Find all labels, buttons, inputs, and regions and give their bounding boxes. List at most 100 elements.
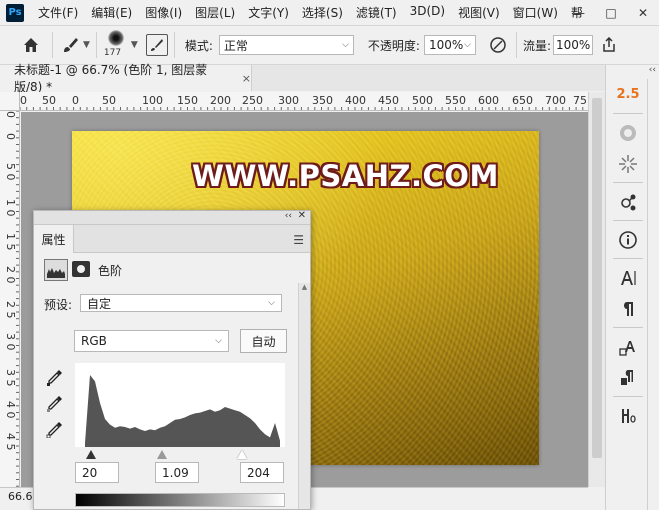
- menu-item[interactable]: 文字(Y): [248, 4, 289, 21]
- flow-input[interactable]: 100%: [552, 35, 593, 55]
- character-styles-icon: [619, 340, 635, 356]
- menu-item[interactable]: 图像(I): [145, 4, 182, 21]
- ruler-label: 200: [210, 94, 231, 107]
- paragraph-panel-button[interactable]: [610, 293, 646, 324]
- color-wheel-button[interactable]: [610, 117, 646, 148]
- ruler-label: 100: [142, 94, 163, 107]
- home-icon[interactable]: [16, 30, 46, 60]
- menu-bar: Ps 文件(F) 编辑(E) 图像(I) 图层(L) 文字(Y) 选择(S) 滤镜(T) 3D…: [0, 0, 659, 25]
- collapse-panel-icon[interactable]: ‹‹: [285, 211, 292, 221]
- panel-menu-icon[interactable]: ☰: [293, 233, 304, 247]
- ruler-origin[interactable]: [0, 92, 20, 111]
- black-point-eyedropper[interactable]: [46, 368, 64, 389]
- character-icon: [621, 270, 636, 285]
- brush-preset-picker[interactable]: 177: [103, 28, 129, 62]
- history-panel-button[interactable]: 2.5: [610, 79, 646, 110]
- brush-settings-icon[interactable]: [145, 34, 168, 56]
- vertical-ruler[interactable]: 0 0 5 0 1 0 1 5 2 0 2 5 3 0 3 5 4 0 4 5: [0, 111, 20, 491]
- levels-icon: [47, 268, 65, 278]
- ruler-label: 1 0: [4, 199, 17, 217]
- input-black-field[interactable]: 20: [75, 462, 119, 483]
- brush-settings-button[interactable]: [610, 148, 646, 179]
- close-panel-icon[interactable]: ✕: [298, 210, 306, 221]
- white-point-eyedropper[interactable]: [46, 420, 64, 441]
- character-styles-button[interactable]: [610, 331, 646, 362]
- chevron-down-icon: ⌵: [342, 40, 349, 50]
- layer-mask-button[interactable]: [72, 261, 90, 277]
- tab-properties[interactable]: 属性: [34, 225, 74, 253]
- pressure-opacity-icon[interactable]: [486, 33, 510, 57]
- input-gamma-value: 1.09: [162, 465, 189, 480]
- opacity-input[interactable]: 100% ⌵: [423, 35, 476, 55]
- menu-item[interactable]: 图层(L): [195, 4, 235, 21]
- close-tab-icon[interactable]: ×: [242, 72, 251, 85]
- panel-icon-strip: 2.5: [608, 79, 648, 510]
- window-controls: — □ ✕: [563, 0, 659, 25]
- options-bar: ▼ 177 ▼ 模式: 正常 ⌵ 不透明度: 100% ⌵ 流量: 100%: [0, 25, 659, 65]
- auto-button[interactable]: 自动: [240, 329, 287, 353]
- ruler-label: 50: [102, 94, 116, 107]
- opacity-value: 100%: [428, 38, 464, 52]
- ruler-label: 0: [72, 94, 79, 107]
- input-gamma-field[interactable]: 1.09: [155, 462, 199, 483]
- menu-item[interactable]: 文件(F): [38, 4, 78, 21]
- gray-point-eyedropper[interactable]: [46, 394, 64, 415]
- document-tab[interactable]: 未标题-1 @ 66.7% (色阶 1, 图层蒙版/8) * ×: [0, 63, 252, 94]
- brush-size-label: 177: [103, 48, 122, 58]
- preset-select[interactable]: 自定 ⌵: [80, 294, 282, 312]
- zoom-level[interactable]: 66.6: [8, 490, 33, 503]
- menu-item[interactable]: 3D(D): [410, 4, 445, 21]
- glyphs-panel-button[interactable]: [610, 400, 646, 431]
- panel-scrollbar[interactable]: ▲: [298, 283, 310, 509]
- panel-title-bar[interactable]: ‹‹ ✕: [34, 210, 310, 225]
- character-panel-button[interactable]: [610, 262, 646, 293]
- scrollbar-thumb[interactable]: [592, 98, 602, 458]
- menu-item[interactable]: 选择(S): [302, 4, 343, 21]
- ruler-label: 0: [20, 94, 27, 107]
- histogram-graph: [85, 375, 280, 447]
- scroll-up-icon[interactable]: ▲: [299, 283, 310, 291]
- menu-item[interactable]: 滤镜(T): [356, 4, 397, 21]
- photoshop-logo: Ps: [6, 3, 24, 22]
- ruler-label: 700: [545, 94, 566, 107]
- collapse-panels-icon[interactable]: ‹‹: [606, 65, 659, 77]
- minimize-button[interactable]: —: [563, 3, 595, 23]
- ruler-label: 550: [445, 94, 466, 107]
- info-icon: [619, 230, 637, 249]
- brush-tool-icon[interactable]: [59, 30, 81, 60]
- input-white-field[interactable]: 204: [240, 462, 284, 483]
- chevron-down-icon[interactable]: ▼: [131, 40, 138, 50]
- separator: [515, 32, 517, 58]
- info-panel-button[interactable]: [610, 224, 646, 255]
- ruler-label: 500: [412, 94, 433, 107]
- vertical-scrollbar[interactable]: [588, 92, 605, 487]
- mode-label: 模式:: [184, 38, 213, 53]
- levels-adjustment-button[interactable]: [44, 259, 68, 281]
- mode-select[interactable]: 正常 ⌵: [218, 35, 354, 55]
- menu-item[interactable]: 编辑(E): [91, 4, 132, 21]
- horizontal-ruler[interactable]: 0 50 0 50 100 150 200 250 300 350 400 450 500 550 600 6…: [20, 92, 588, 111]
- share-icon[interactable]: [598, 34, 620, 56]
- ruler-label: 400: [345, 94, 366, 107]
- input-black-value: 20: [82, 465, 98, 480]
- input-black-slider[interactable]: [86, 450, 96, 459]
- maximize-button[interactable]: □: [595, 3, 627, 23]
- channel-value: RGB: [81, 334, 107, 348]
- ruler-label: 450: [378, 94, 399, 107]
- close-window-button[interactable]: ✕: [627, 3, 659, 23]
- menu-item[interactable]: 视图(V): [458, 4, 500, 21]
- channel-select[interactable]: RGB ⌵: [74, 330, 229, 352]
- ruler-label: 4 5: [4, 433, 17, 451]
- chevron-down-icon[interactable]: ▼: [83, 40, 90, 50]
- right-panel-dock: ‹‹ 2.5: [605, 65, 659, 510]
- input-gamma-slider[interactable]: [157, 450, 167, 459]
- paragraph-styles-button[interactable]: [610, 362, 646, 393]
- eyedropper-white-icon: [46, 422, 62, 439]
- document-tab-title: 未标题-1 @ 66.7% (色阶 1, 图层蒙版/8) *: [14, 63, 208, 94]
- ruler-label: 3 0: [4, 333, 17, 351]
- menu-item[interactable]: 窗口(W): [513, 4, 558, 21]
- clone-source-button[interactable]: [610, 186, 646, 217]
- input-white-slider[interactable]: [237, 450, 247, 459]
- properties-body: 色阶 预设: 自定 ⌵ RGB ⌵ 自动 20 1.09 204 ▲: [34, 253, 310, 509]
- tab-properties-label: 属性: [41, 232, 66, 247]
